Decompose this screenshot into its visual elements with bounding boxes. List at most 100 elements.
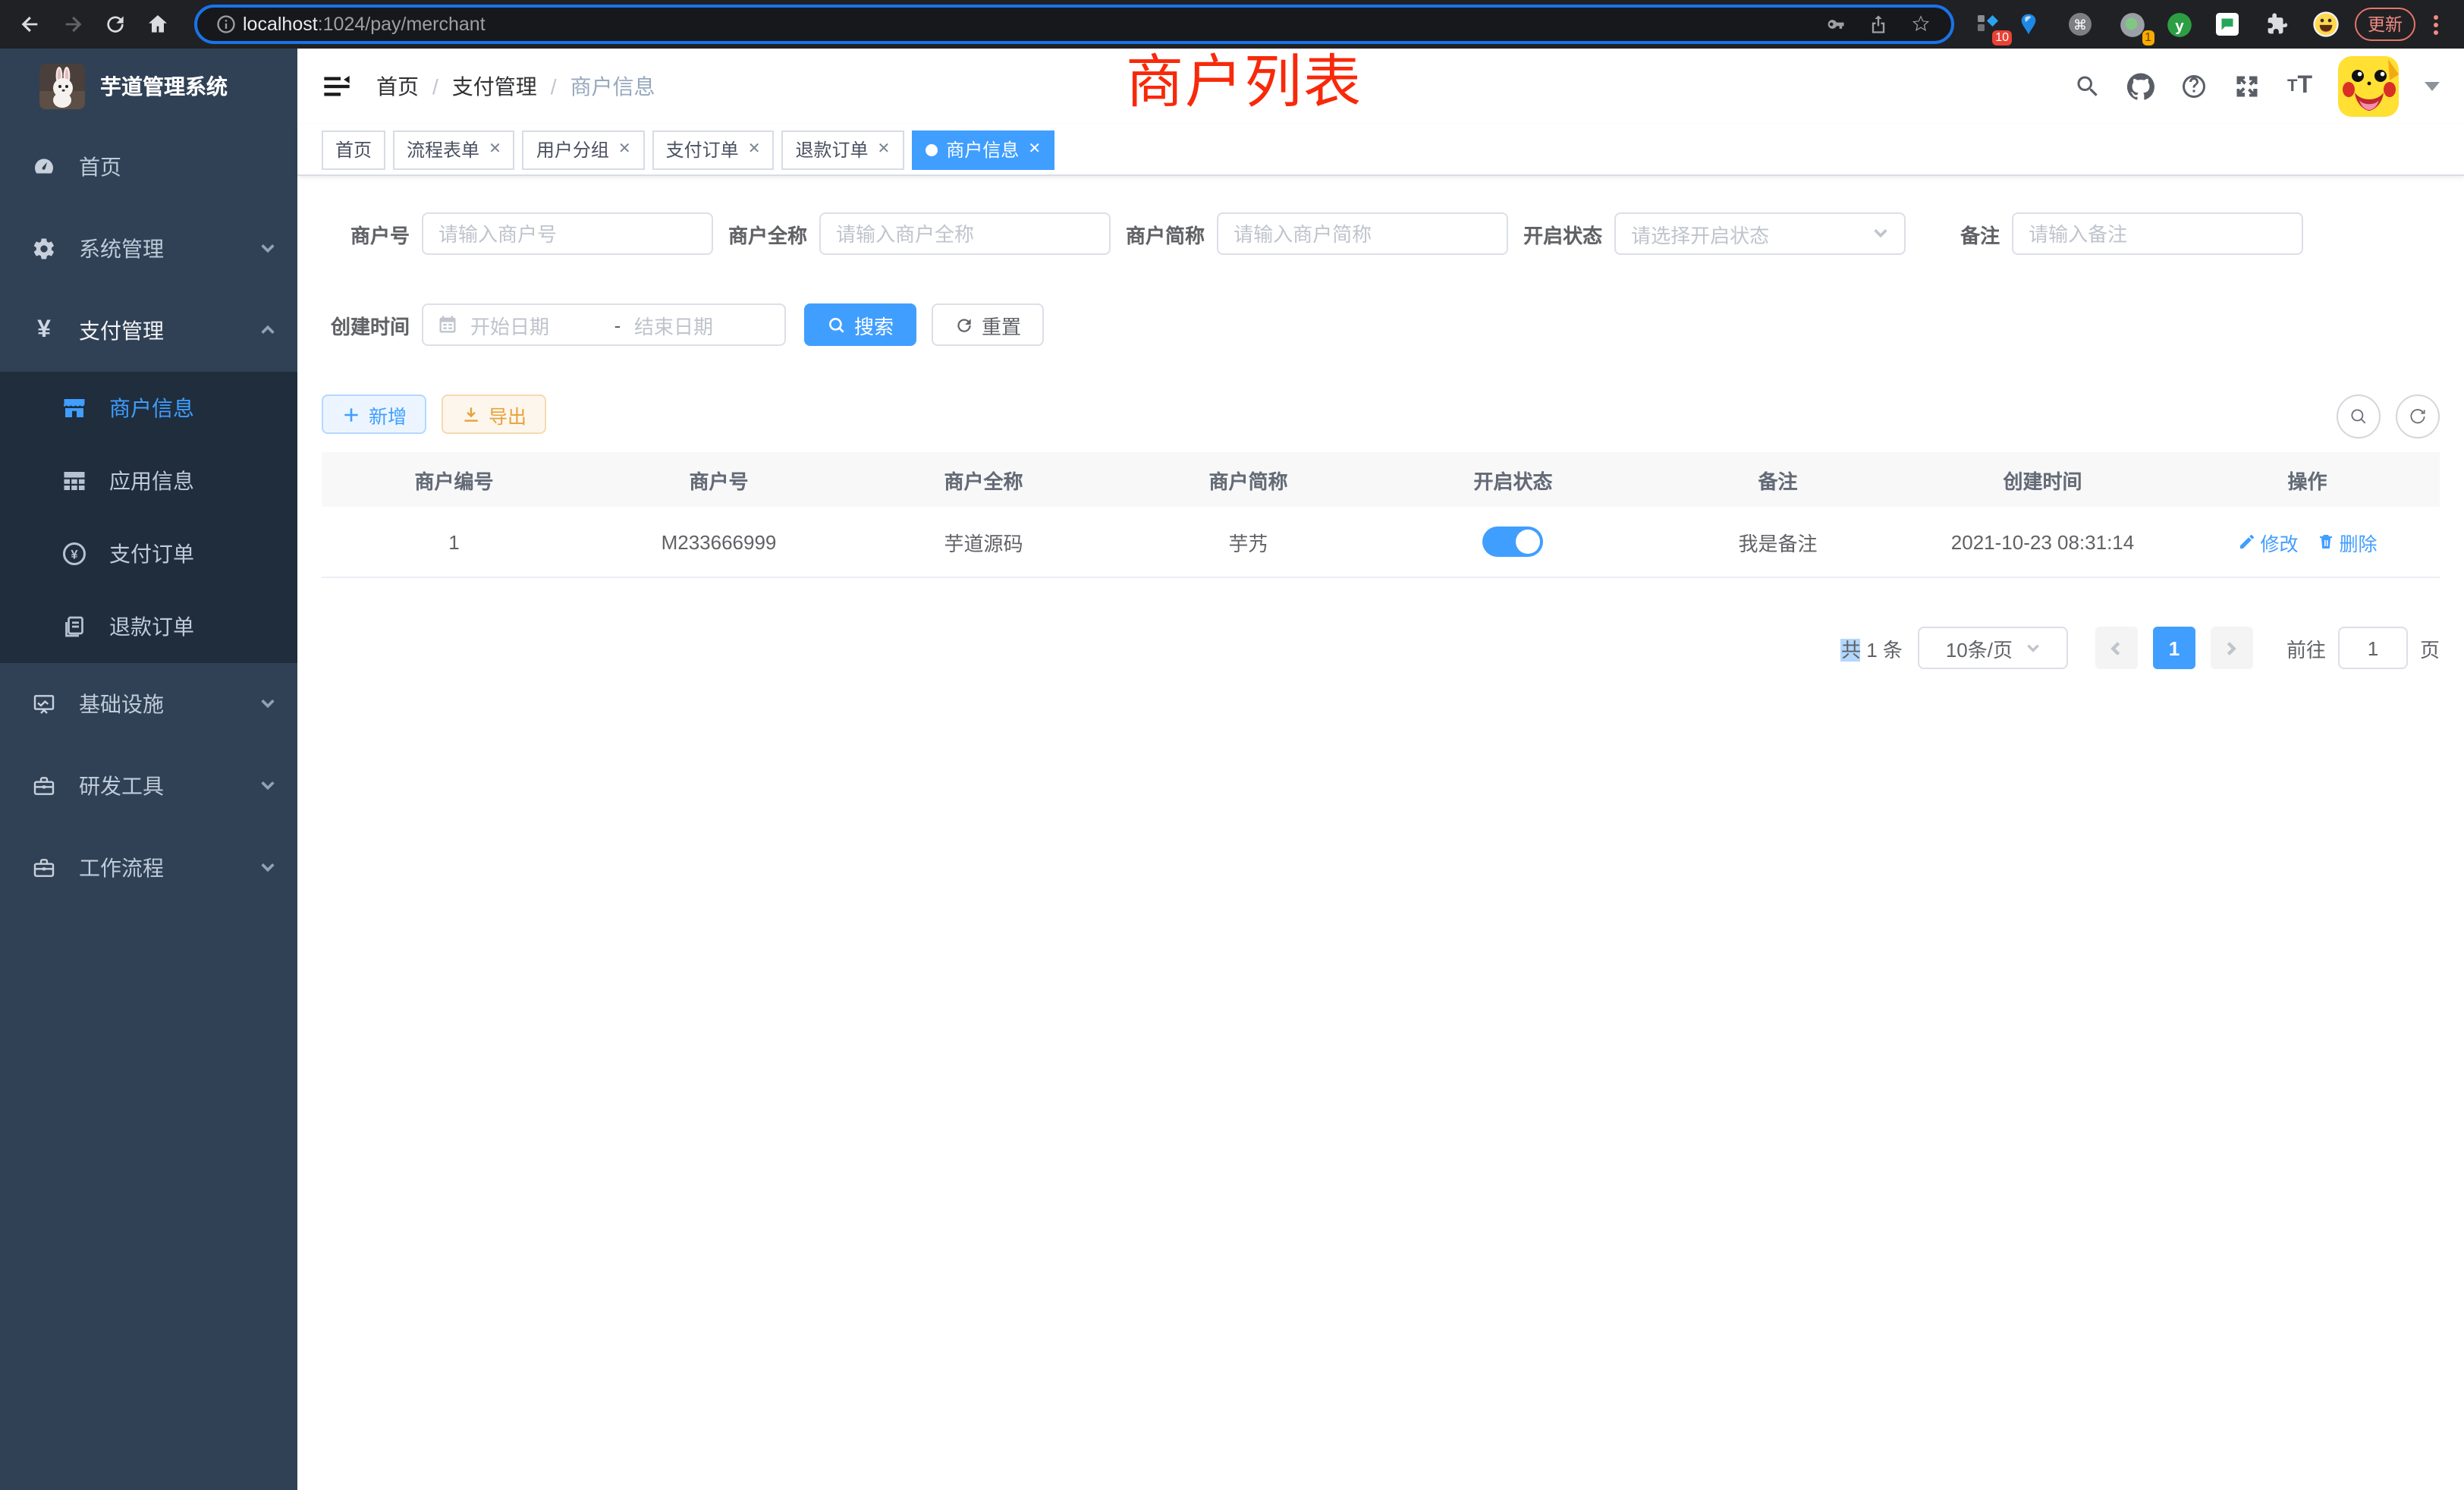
sidebar-item-pay-order[interactable]: ¥ 支付订单 — [0, 517, 297, 590]
page-number-current[interactable]: 1 — [2153, 627, 2195, 669]
col-header: 商户简称 — [1116, 465, 1381, 494]
help-icon[interactable] — [2181, 73, 2208, 100]
edit-link[interactable]: 修改 — [2237, 527, 2298, 556]
toolbox-icon — [30, 772, 58, 800]
sidebar-item-app[interactable]: 应用信息 — [0, 445, 297, 517]
refresh-button[interactable] — [2396, 395, 2440, 439]
share-icon[interactable] — [1857, 14, 1900, 35]
browser-update-button[interactable]: 更新 — [2355, 8, 2415, 41]
calendar-icon — [437, 314, 458, 335]
bookmark-star-icon[interactable] — [1900, 14, 1942, 35]
navbar: 首页 / 支付管理 / 商户信息 TT — [297, 49, 2464, 124]
add-button[interactable]: 新增 — [322, 395, 426, 434]
extension-recorder-icon[interactable]: 1 — [2115, 6, 2148, 42]
sidebar-item-home[interactable]: 首页 — [0, 126, 297, 208]
cell-full-name: 芋道源码 — [851, 527, 1116, 556]
logo-rabbit-image — [39, 64, 85, 109]
url-bar[interactable]: localhost:1024/pay/merchant — [194, 5, 1954, 44]
monitor-icon — [30, 690, 58, 718]
tab-merchant-active[interactable]: 商户信息✕ — [911, 130, 1054, 169]
chevron-down-icon — [259, 692, 276, 716]
next-page-button[interactable] — [2211, 627, 2253, 669]
close-icon[interactable]: ✕ — [618, 141, 631, 158]
extension-y-icon[interactable]: y — [2162, 6, 2195, 42]
search-icon[interactable] — [2075, 73, 2102, 100]
sidebar-item-system[interactable]: 系统管理 — [0, 208, 297, 290]
sidebar-item-devtools[interactable]: 研发工具 — [0, 745, 297, 827]
merchant-no-input[interactable] — [422, 212, 713, 255]
extension-balloon-icon[interactable] — [2012, 6, 2045, 42]
breadcrumb-home[interactable]: 首页 — [376, 71, 419, 102]
table-header: 商户编号 商户号 商户全称 商户简称 开启状态 备注 创建时间 操作 — [322, 452, 2440, 507]
filter-row-2: 创建时间 开始日期 - 结束日期 搜索 重置 — [322, 303, 2440, 346]
avatar-caret-icon[interactable] — [2425, 82, 2440, 91]
sidebar-item-label: 研发工具 — [79, 771, 164, 801]
breadcrumb-pay[interactable]: 支付管理 — [452, 71, 537, 102]
browser-reload-icon[interactable] — [94, 3, 137, 46]
browser-back-icon[interactable] — [9, 3, 52, 46]
goto-label: 前往 — [2286, 633, 2326, 662]
prev-page-button[interactable] — [2095, 627, 2138, 669]
goto-page-input[interactable] — [2338, 627, 2408, 669]
sidebar-item-label: 工作流程 — [79, 853, 164, 883]
cell-merchant-no: M233666999 — [586, 530, 851, 553]
delete-link[interactable]: 删除 — [2317, 527, 2378, 556]
tab-user-group[interactable]: 用户分组✕ — [523, 130, 645, 169]
main-panel: 首页 / 支付管理 / 商户信息 TT 首页 流程表单✕ 用户 — [297, 49, 2464, 1490]
sidebar-item-pay[interactable]: ¥ 支付管理 — [0, 290, 297, 372]
reset-button[interactable]: 重置 — [932, 303, 1044, 346]
sidebar-item-label: 基础设施 — [79, 689, 164, 719]
date-range-picker[interactable]: 开始日期 - 结束日期 — [422, 303, 786, 346]
chevron-up-icon — [259, 319, 276, 343]
cell-create-time: 2021-10-23 08:31:14 — [1910, 530, 2175, 553]
page-info-icon[interactable] — [209, 14, 243, 35]
search-button[interactable]: 搜索 — [804, 303, 916, 346]
goto-page: 前往 页 — [2286, 627, 2440, 669]
browser-home-icon[interactable] — [137, 3, 179, 46]
sidebar-logo[interactable]: 芋道管理系统 — [0, 49, 297, 124]
filter-create-time: 创建时间 开始日期 - 结束日期 — [322, 303, 786, 346]
sidebar-item-infra[interactable]: 基础设施 — [0, 663, 297, 745]
extensions-puzzle-icon[interactable] — [2259, 6, 2293, 42]
col-header: 开启状态 — [1381, 465, 1645, 494]
sidebar-item-refund-order[interactable]: 退款订单 — [0, 590, 297, 663]
tab-refund-order[interactable]: 退款订单✕ — [781, 130, 904, 169]
table-toolbar: 新增 导出 — [322, 395, 2440, 434]
browser-forward-icon[interactable] — [52, 3, 94, 46]
status-toggle[interactable] — [1483, 527, 1544, 557]
user-avatar[interactable] — [2338, 56, 2399, 117]
full-name-input[interactable] — [819, 212, 1111, 255]
close-icon[interactable]: ✕ — [878, 141, 891, 158]
close-icon[interactable]: ✕ — [748, 141, 761, 158]
fullscreen-icon[interactable] — [2234, 73, 2261, 100]
export-button[interactable]: 导出 — [442, 395, 546, 434]
cell-actions: 修改 删除 — [2175, 527, 2440, 556]
tab-home[interactable]: 首页 — [322, 130, 385, 169]
sidebar-item-label: 退款订单 — [109, 611, 194, 642]
tab-flow-form[interactable]: 流程表单✕ — [393, 130, 515, 169]
extension-chat-icon[interactable] — [2211, 6, 2244, 42]
status-select[interactable]: 请选择开启状态 — [1614, 212, 1906, 255]
page-size-select[interactable]: 10条/页 — [1918, 627, 2068, 669]
sidebar-toggle-icon[interactable] — [320, 70, 354, 103]
font-size-icon[interactable]: TT — [2287, 73, 2312, 100]
extension-screenshot-icon[interactable]: 10 — [1972, 6, 2006, 42]
profile-emoji-icon[interactable] — [2309, 6, 2343, 42]
sidebar-item-workflow[interactable]: 工作流程 — [0, 827, 297, 909]
sidebar-item-label: 支付管理 — [79, 316, 164, 346]
github-icon[interactable] — [2128, 73, 2155, 100]
remark-input[interactable] — [2012, 212, 2303, 255]
hide-search-button[interactable] — [2337, 395, 2381, 439]
active-dot — [925, 143, 937, 156]
close-icon[interactable]: ✕ — [1028, 141, 1041, 158]
date-end-placeholder: 结束日期 — [634, 310, 765, 339]
extension-command-icon[interactable]: ⌘ — [2063, 6, 2097, 42]
password-key-icon[interactable] — [1815, 14, 1857, 35]
cell-status — [1381, 527, 1645, 557]
close-icon[interactable]: ✕ — [489, 141, 501, 158]
goto-suffix: 页 — [2420, 633, 2440, 662]
sidebar-item-merchant[interactable]: 商户信息 — [0, 372, 297, 445]
short-name-input[interactable] — [1217, 212, 1508, 255]
browser-menu-icon[interactable] — [2428, 11, 2443, 38]
tab-pay-order[interactable]: 支付订单✕ — [652, 130, 775, 169]
